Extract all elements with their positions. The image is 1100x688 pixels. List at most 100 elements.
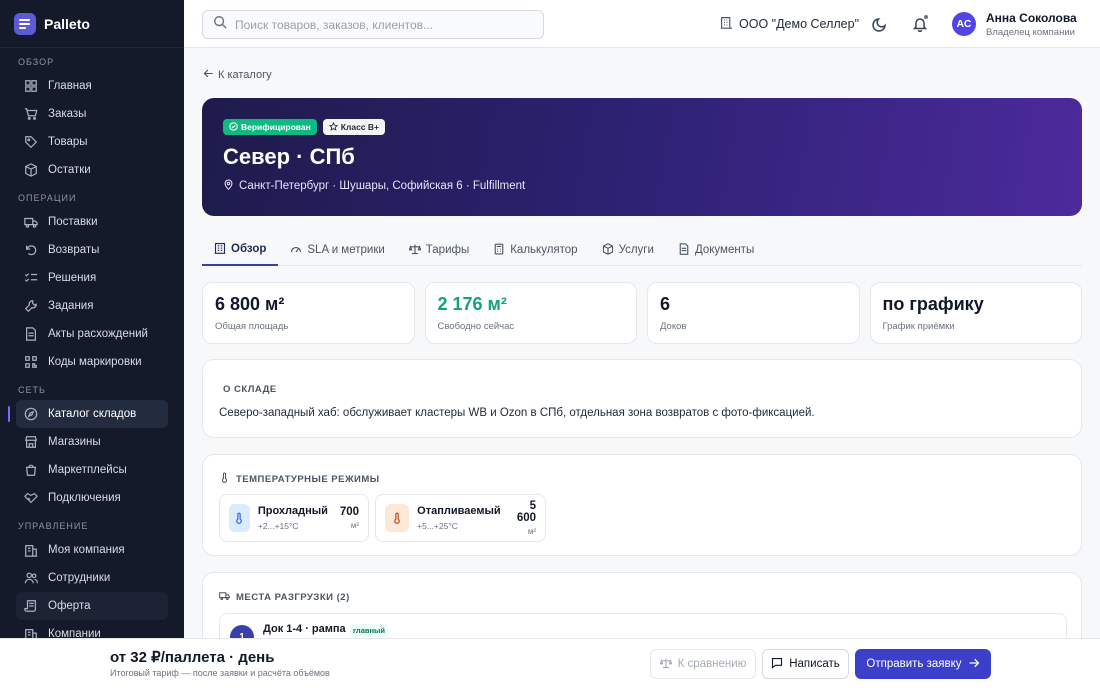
zone-name: Отапливаемый [417,505,501,517]
docks-title-row: МЕСТА РАЗГРУЗКИ (2) [219,590,350,604]
stat-intake-schedule: по графику График приёмки [869,282,1082,344]
sidebar-item-home[interactable]: Главная [16,72,168,100]
tab-documents[interactable]: Документы [666,234,766,266]
stat-docks: 6 Доков [647,282,860,344]
app-name: Palleto [44,15,90,32]
section-title-network: СЕТЬ [18,385,46,395]
palleto-logo-icon [14,12,36,35]
zone-range: +5...+25°C [417,521,458,531]
wrench-icon [24,299,38,313]
main-content: К каталогу Верифицирован Класс B+ Север … [184,48,1100,688]
sidebar-item-label: Оферта [48,600,91,612]
sidebar-item-supplies[interactable]: Поставки [16,208,168,236]
write-label: Написать [789,658,840,670]
sidebar-item-returns[interactable]: Возвраты [16,236,168,264]
zone-name: Прохладный [257,505,328,517]
sidebar-item-label: Заказы [48,108,87,120]
dock-main-badge: главный [350,624,389,637]
sidebar-item-label: Магазины [48,436,101,448]
tab-calculator[interactable]: Калькулятор [481,234,589,266]
company-switcher[interactable]: ООО "Демо Селлер" [720,16,859,32]
sidebar-item-marking-codes[interactable]: Коды маркировки [16,348,168,376]
sidebar-item-orders[interactable]: Заказы [16,100,168,128]
thermometer-icon [229,504,250,532]
user-menu[interactable]: Анна Соколова Владелец компании [986,11,1077,38]
sidebar-item-label: Главная [48,80,92,92]
price-note: Итоговый тариф — после заявки и расчёта … [110,668,330,678]
verified-badge: Верифицирован [223,119,317,135]
back-to-catalog-link[interactable]: К каталогу [203,68,272,82]
document-icon [678,242,690,258]
store-icon [24,435,38,449]
sidebar-item-label: Каталог складов [48,408,137,420]
sidebar-item-label: Сотрудники [48,572,111,584]
company-name: ООО "Демо Селлер" [739,17,860,31]
add-to-compare-button[interactable]: К сравнению [650,649,756,679]
zone-area-value: 700 [339,506,359,518]
tab-label: Документы [694,244,755,256]
tab-overview[interactable]: Обзор [202,234,279,266]
sidebar-item-discrepancy-acts[interactable]: Акты расхождений [16,320,168,348]
send-request-button[interactable]: Отправить заявку [855,649,991,679]
stat-label: Доков [660,321,687,332]
sidebar-item-stores[interactable]: Магазины [16,428,168,456]
sidebar-item-label: Моя компания [48,544,125,556]
docks-title: МЕСТА РАЗГРУЗКИ (2) [236,591,350,603]
write-message-button[interactable]: Написать [762,649,849,679]
sidebar-item-marketplaces[interactable]: Маркетплейсы [16,456,168,484]
compass-icon [24,407,38,421]
sidebar-item-products[interactable]: Товары [16,128,168,156]
temperature-title: ТЕМПЕРАТУРНЫЕ РЕЖИМЫ [236,473,380,485]
stat-value: 6 800 м² [215,294,285,314]
temperature-modes-card: ТЕМПЕРАТУРНЫЕ РЕЖИМЫ Прохладный +2...+15… [202,454,1082,556]
truck-icon [24,215,38,229]
top-header: ООО "Демо Селлер" АС Анна Соколова Владе… [184,0,1100,48]
sidebar-item-decisions[interactable]: Решения [16,264,168,292]
sidebar-item-connections[interactable]: Подключения [16,484,168,512]
stat-label: График приёмки [882,321,955,332]
warehouse-address: Санкт-Петербург · Шушары, Софийская 6 · … [223,179,525,193]
sidebar: Palleto ОБЗОР Главная Заказы Товары Оста… [0,0,184,688]
users-icon [24,571,38,585]
scale-icon [659,657,673,672]
tab-services[interactable]: Услуги [590,234,666,266]
building-icon [24,543,38,557]
sidebar-item-warehouse-catalog[interactable]: Каталог складов [8,400,168,428]
stat-total-area: 6 800 м² Общая площадь [202,282,415,344]
section-title-management: УПРАВЛЕНИЕ [18,521,89,531]
search-box[interactable] [202,10,544,39]
class-badge: Класс B+ [322,119,385,135]
temperature-title-row: ТЕМПЕРАТУРНЫЕ РЕЖИМЫ [219,472,380,486]
tab-label: Услуги [618,244,654,256]
class-label: Класс B+ [340,122,379,132]
sidebar-item-label: Возвраты [48,244,100,256]
sidebar-item-stock[interactable]: Остатки [16,156,168,184]
notifications-bell-icon[interactable] [912,14,929,33]
box-icon [602,242,614,258]
sidebar-item-employees[interactable]: Сотрудники [16,564,168,592]
truck-icon [219,590,230,604]
zone-range: +2...+15°C [257,521,299,531]
address-text: Санкт-Петербург · Шушары, Софийская 6 · … [239,180,526,192]
section-title-operations: ОПЕРАЦИИ [18,193,77,203]
warehouse-tabs: Обзор SLA и метрики Тарифы Калькулятор У… [202,234,1082,266]
tab-sla-metrics[interactable]: SLA и метрики [278,234,396,266]
stat-value: 6 [660,294,671,314]
stats-row: 6 800 м² Общая площадь 2 176 м² Свободно… [202,282,1082,344]
brand[interactable]: Palleto [0,0,184,48]
sidebar-item-tasks[interactable]: Задания [16,292,168,320]
tab-label: Калькулятор [510,244,578,256]
sidebar-item-my-company[interactable]: Моя компания [16,536,168,564]
zone-cool: Прохладный +2...+15°C 700 м² [219,494,369,542]
verified-label: Верифицирован [241,122,311,132]
search-input[interactable] [235,17,525,32]
tab-tariffs[interactable]: Тарифы [397,234,481,266]
sidebar-item-label: Акты расхождений [48,328,148,340]
theme-toggle-moon-icon[interactable] [872,16,888,32]
gauge-icon [290,243,302,258]
scale-icon [408,243,422,258]
sidebar-item-label: Решения [48,272,97,284]
avatar[interactable]: АС [952,12,976,36]
sidebar-item-offer[interactable]: Оферта [16,592,168,620]
sidebar-item-label: Товары [48,136,88,148]
